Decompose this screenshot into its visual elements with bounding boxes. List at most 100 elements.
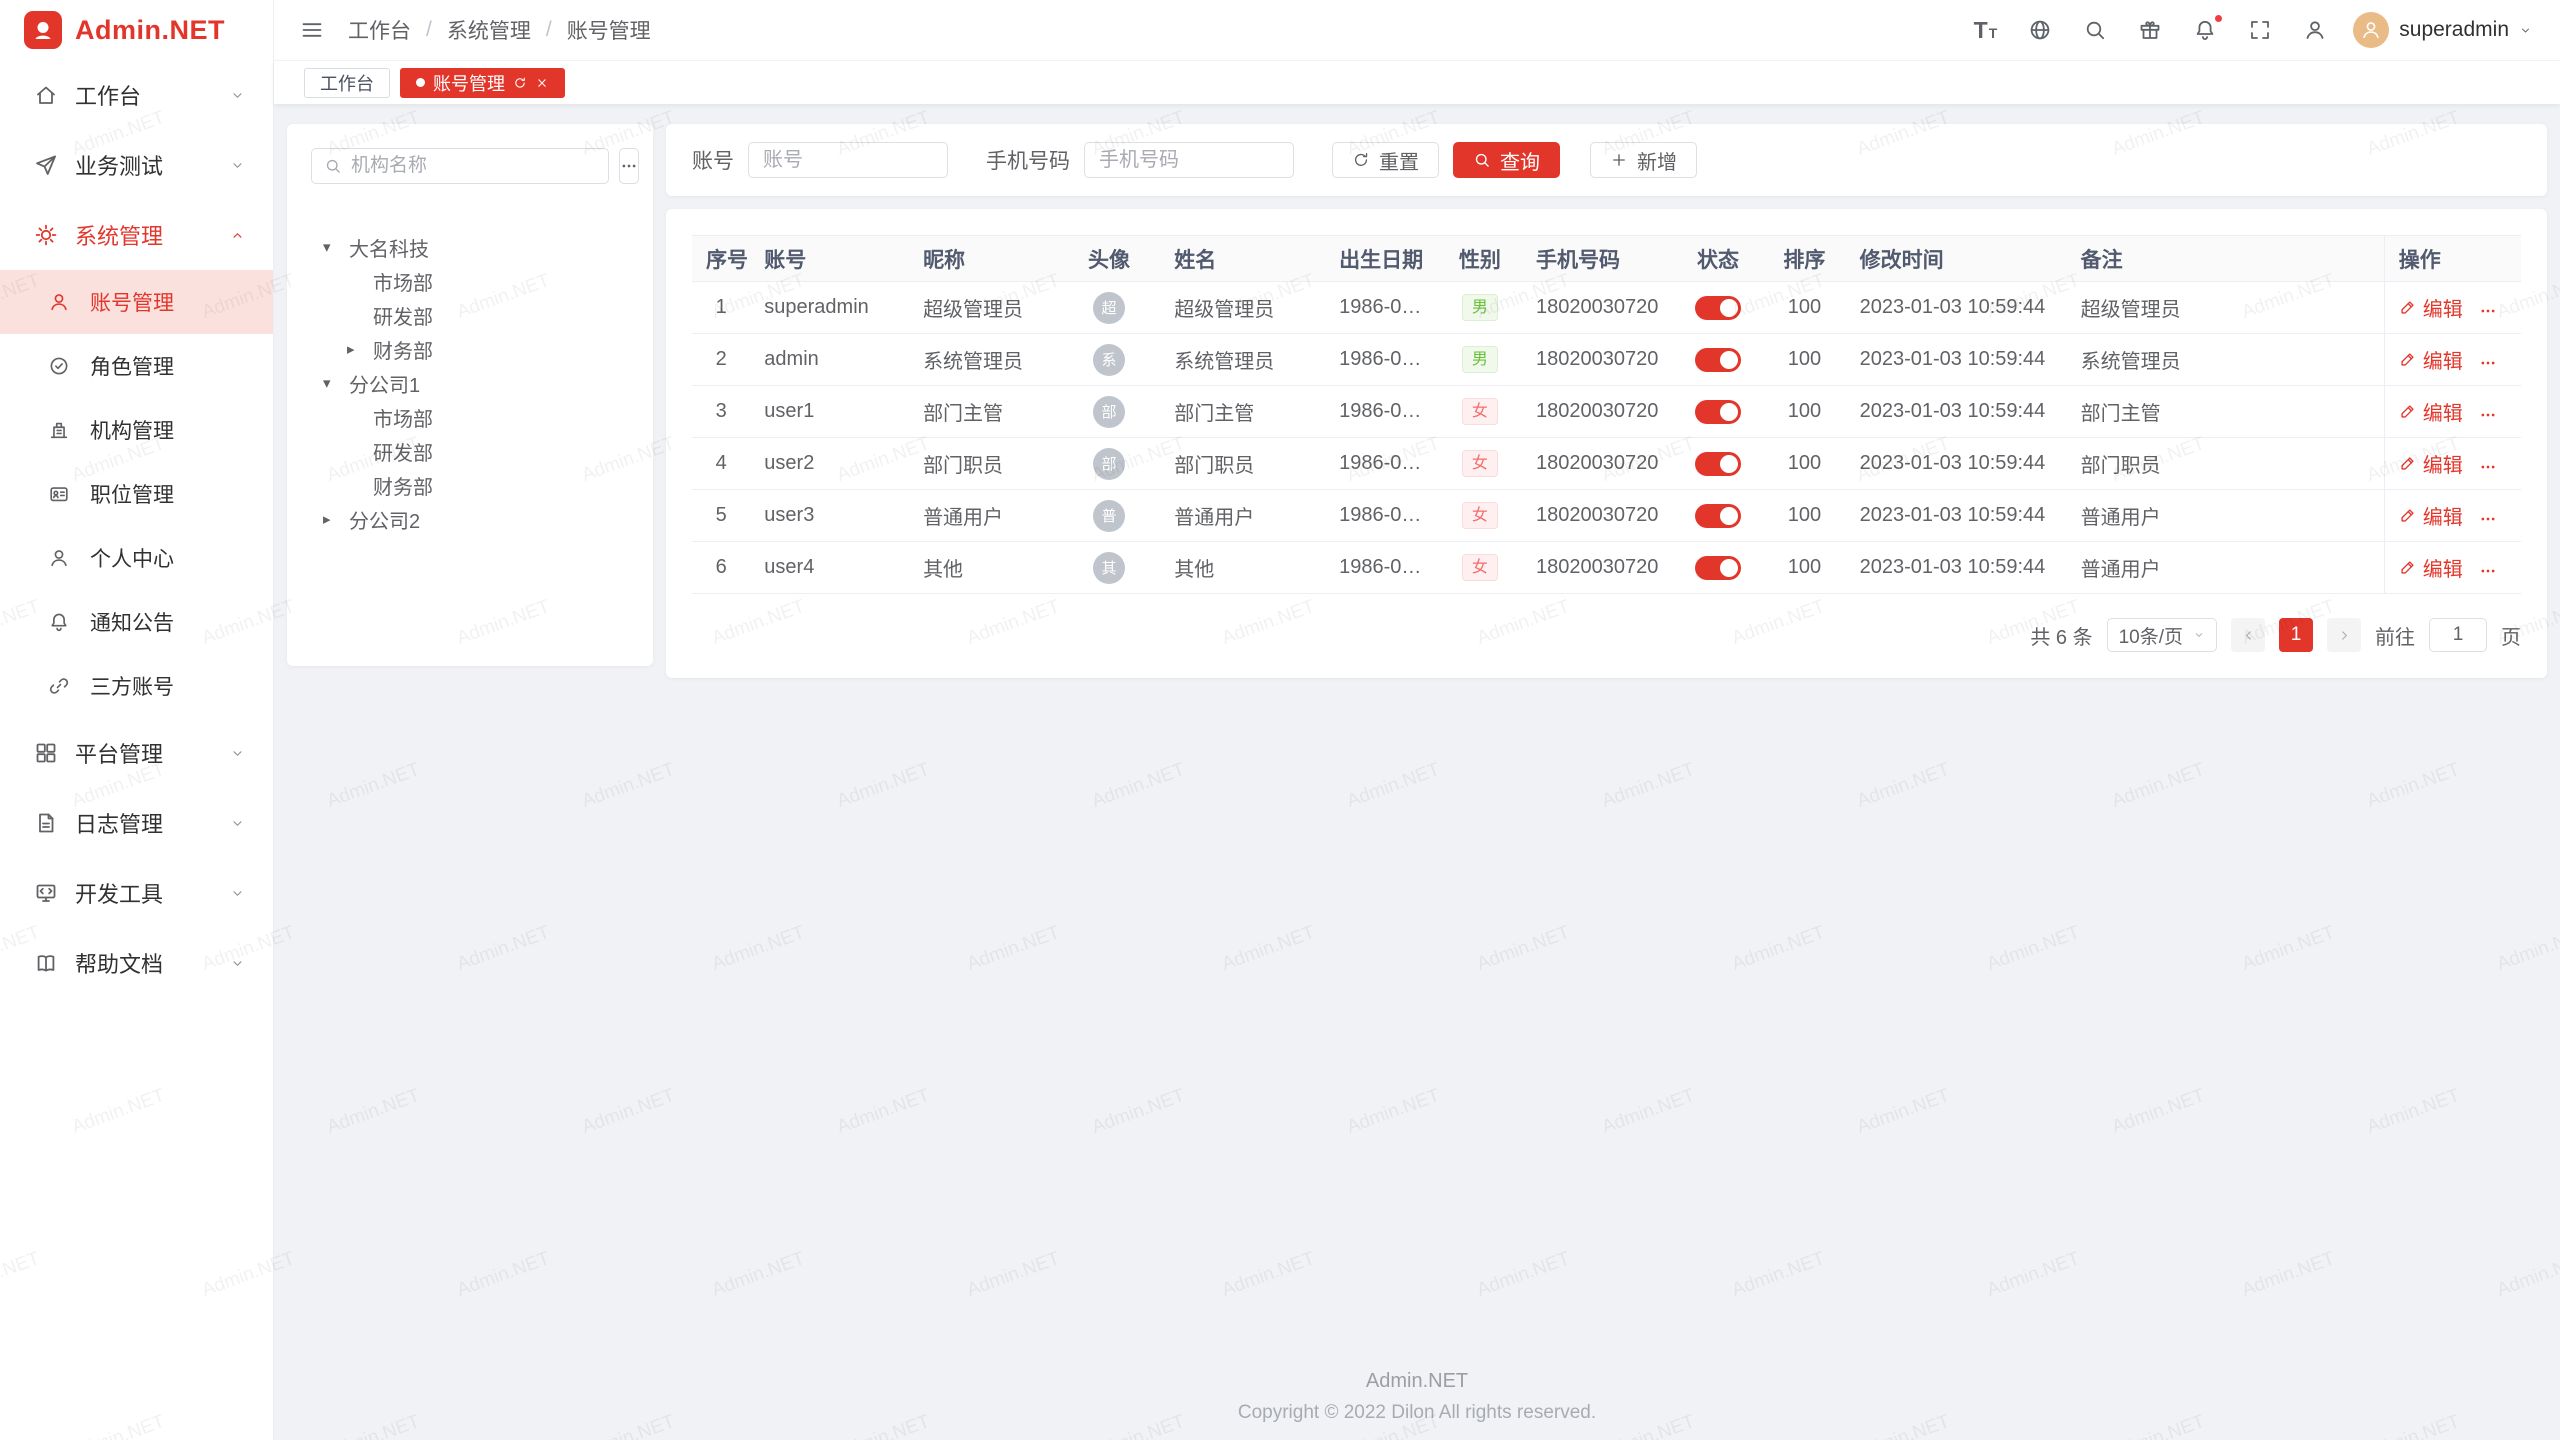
page-size-select[interactable]: 10条/页 xyxy=(2107,618,2217,652)
prev-page-button[interactable] xyxy=(2231,618,2265,652)
page-number-button[interactable]: 1 xyxy=(2279,618,2313,652)
cell-modified: 2023-01-03 10:59:44 xyxy=(1846,334,2067,386)
table-row: 1superadmin超级管理员超超级管理员1986-06-28男1802003… xyxy=(692,282,2521,334)
search-button[interactable]: 查询 xyxy=(1453,142,1560,178)
sidebar-item-account-management[interactable]: 账号管理 xyxy=(0,270,273,334)
sidebar: Admin.NET 工作台业务测试系统管理账号管理角色管理机构管理职位管理个人中… xyxy=(0,0,274,1440)
tab-account-management[interactable]: 账号管理 xyxy=(400,68,565,98)
col-remark: 备注 xyxy=(2067,236,2385,282)
sidebar-item-dev-tools[interactable]: 开发工具 xyxy=(0,858,273,928)
row-more-button[interactable] xyxy=(2479,458,2497,476)
row-avatar: 部 xyxy=(1093,396,1125,428)
tree-node[interactable]: 市场部 xyxy=(311,400,629,434)
refresh-icon xyxy=(1352,151,1370,169)
profile-icon[interactable] xyxy=(2303,18,2327,42)
status-toggle[interactable] xyxy=(1695,452,1741,476)
menu-search-icon[interactable] xyxy=(2083,18,2107,42)
sidebar-item-log-management[interactable]: 日志管理 xyxy=(0,788,273,858)
sidebar-item-personal-center[interactable]: 个人中心 xyxy=(0,526,273,590)
accounts-table: 序号账号昵称头像姓名出生日期性别手机号码状态排序修改时间备注操作 1supera… xyxy=(692,235,2521,594)
tab-workbench[interactable]: 工作台 xyxy=(304,68,390,98)
sidebar-item-platform-management[interactable]: 平台管理 xyxy=(0,718,273,788)
sidebar-item-workbench[interactable]: 工作台 xyxy=(0,60,273,130)
cell-sort: 100 xyxy=(1763,386,1845,438)
sidebar-item-label: 职位管理 xyxy=(90,479,174,509)
sidebar-item-business-test[interactable]: 业务测试 xyxy=(0,130,273,200)
sidebar-item-label: 角色管理 xyxy=(90,351,174,381)
grid-icon xyxy=(34,741,58,765)
row-more-button[interactable] xyxy=(2479,302,2497,320)
row-more-button[interactable] xyxy=(2479,406,2497,424)
tree-node-label: 财务部 xyxy=(373,335,433,364)
tree-node[interactable]: ▾分公司1 xyxy=(311,366,629,400)
breadcrumb-item[interactable]: 系统管理 xyxy=(447,15,531,45)
badge-icon xyxy=(48,483,70,505)
tree-node[interactable]: 财务部 xyxy=(311,468,629,502)
cell-sort: 100 xyxy=(1763,490,1845,542)
sidebar-item-label: 工作台 xyxy=(75,79,141,111)
next-page-button[interactable] xyxy=(2327,618,2361,652)
add-button[interactable]: 新增 xyxy=(1590,142,1697,178)
status-toggle[interactable] xyxy=(1695,296,1741,320)
sidebar-item-org-management[interactable]: 机构管理 xyxy=(0,398,273,462)
user-icon xyxy=(48,291,70,313)
table-header-row: 序号账号昵称头像姓名出生日期性别手机号码状态排序修改时间备注操作 xyxy=(692,236,2521,282)
cell-remark: 部门职员 xyxy=(2067,438,2385,490)
goto-page-input[interactable] xyxy=(2429,618,2487,652)
phone-input[interactable] xyxy=(1084,142,1294,178)
pagination-total: 共 6 条 xyxy=(2030,621,2092,650)
edit-button[interactable]: 编辑 xyxy=(2399,345,2463,374)
sidebar-item-label: 机构管理 xyxy=(90,415,174,445)
tree-node[interactable]: 市场部 xyxy=(311,264,629,298)
accounts-table-card: 序号账号昵称头像姓名出生日期性别手机号码状态排序修改时间备注操作 1supera… xyxy=(666,209,2547,678)
row-more-button[interactable] xyxy=(2479,354,2497,372)
row-more-button[interactable] xyxy=(2479,510,2497,528)
reset-button[interactable]: 重置 xyxy=(1332,142,1439,178)
sidebar-item-notice-announcement[interactable]: 通知公告 xyxy=(0,590,273,654)
language-icon[interactable] xyxy=(2028,18,2052,42)
refresh-tab-icon[interactable] xyxy=(513,76,527,90)
right-column: 账号 手机号码 重置 查询 新增 xyxy=(666,124,2547,678)
org-name-input[interactable] xyxy=(351,155,596,177)
tree-node-label: 市场部 xyxy=(373,267,433,296)
edit-button[interactable]: 编辑 xyxy=(2399,449,2463,478)
status-toggle[interactable] xyxy=(1695,504,1741,528)
hamburger-menu-icon[interactable] xyxy=(300,18,324,42)
row-more-button[interactable] xyxy=(2479,562,2497,580)
tabs-bar: 工作台账号管理 xyxy=(274,60,2560,104)
tree-node[interactable]: 研发部 xyxy=(311,434,629,468)
edit-button[interactable]: 编辑 xyxy=(2399,501,2463,530)
app-logo[interactable]: Admin.NET xyxy=(0,0,273,60)
tree-node[interactable]: ▸财务部 xyxy=(311,332,629,366)
tree-node[interactable]: 研发部 xyxy=(311,298,629,332)
sidebar-item-role-management[interactable]: 角色管理 xyxy=(0,334,273,398)
org-more-button[interactable] xyxy=(619,148,639,184)
cell-actions: 编辑 xyxy=(2384,386,2521,438)
col-actions: 操作 xyxy=(2384,236,2521,282)
user-menu[interactable]: superadmin xyxy=(2353,12,2532,48)
theme-icon[interactable] xyxy=(2138,18,2162,42)
col-sort: 排序 xyxy=(1763,236,1845,282)
sidebar-item-system-management[interactable]: 系统管理 xyxy=(0,200,273,270)
tree-node[interactable]: ▾大名科技 xyxy=(311,230,629,264)
edit-button[interactable]: 编辑 xyxy=(2399,553,2463,582)
tree-node[interactable]: ▸分公司2 xyxy=(311,502,629,536)
status-toggle[interactable] xyxy=(1695,400,1741,424)
close-tab-icon[interactable] xyxy=(535,76,549,90)
fullscreen-icon[interactable] xyxy=(2248,18,2272,42)
sidebar-item-help-docs[interactable]: 帮助文档 xyxy=(0,928,273,998)
gear-icon xyxy=(34,223,58,247)
edit-button[interactable]: 编辑 xyxy=(2399,293,2463,322)
sidebar-item-position-management[interactable]: 职位管理 xyxy=(0,462,273,526)
col-birthday: 出生日期 xyxy=(1325,236,1438,282)
breadcrumb-item[interactable]: 账号管理 xyxy=(567,15,651,45)
notification-bell-icon[interactable] xyxy=(2193,18,2217,42)
edit-button[interactable]: 编辑 xyxy=(2399,397,2463,426)
font-size-icon[interactable]: TT xyxy=(1974,19,1998,42)
sidebar-item-third-party-account[interactable]: 三方账号 xyxy=(0,654,273,718)
account-input[interactable] xyxy=(748,142,948,178)
breadcrumb-item[interactable]: 工作台 xyxy=(348,15,411,45)
status-toggle[interactable] xyxy=(1695,556,1741,580)
pencil-icon xyxy=(2399,298,2417,316)
status-toggle[interactable] xyxy=(1695,348,1741,372)
